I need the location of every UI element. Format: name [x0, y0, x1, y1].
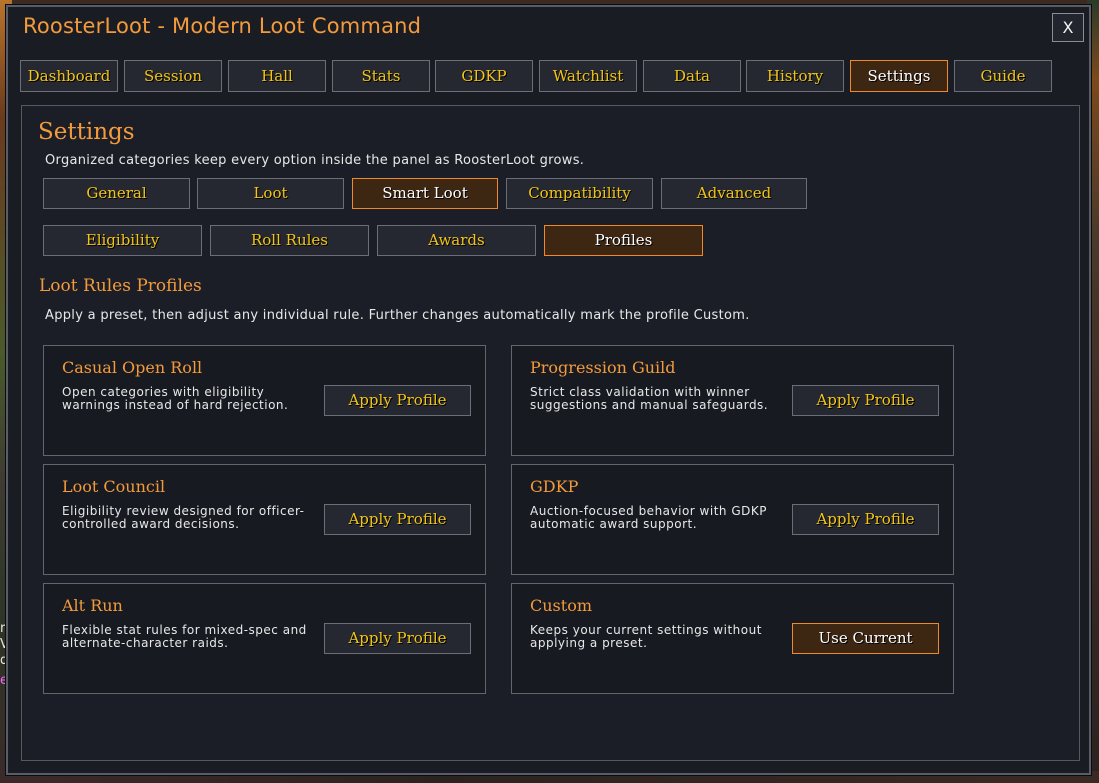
- profile-description-line: applying a preset.: [530, 636, 648, 650]
- apply-profile-button[interactable]: Apply Profile: [324, 385, 471, 416]
- profile-description: Flexible stat rules for mixed-spec and a…: [62, 624, 320, 650]
- settings-description: Organized categories keep every option i…: [45, 153, 585, 168]
- category-smart-loot[interactable]: Smart Loot: [352, 178, 498, 209]
- profile-title: Custom: [530, 596, 592, 615]
- tab-gdkp[interactable]: GDKP: [435, 60, 533, 92]
- tab-guide[interactable]: Guide: [954, 60, 1052, 92]
- window-title: RoosterLoot - Modern Loot Command: [23, 14, 422, 38]
- profile-description-line: controlled award decisions.: [62, 517, 240, 531]
- profile-description: Eligibility review designed for officer-…: [62, 505, 320, 531]
- profile-description: Keeps your current settings without appl…: [530, 624, 788, 650]
- use-current-button[interactable]: Use Current: [792, 623, 939, 654]
- profile-description-line: warnings instead of hard rejection.: [62, 398, 289, 412]
- apply-profile-button[interactable]: Apply Profile: [792, 385, 939, 416]
- subtab-profiles[interactable]: Profiles: [544, 225, 703, 256]
- category-loot[interactable]: Loot: [197, 178, 344, 209]
- tab-data[interactable]: Data: [643, 60, 741, 92]
- subtab-roll-rules[interactable]: Roll Rules: [210, 225, 369, 256]
- profile-title: Alt Run: [62, 596, 123, 615]
- tab-stats[interactable]: Stats: [332, 60, 430, 92]
- subtab-eligibility[interactable]: Eligibility: [43, 225, 202, 256]
- tab-history[interactable]: History: [746, 60, 844, 92]
- category-general[interactable]: General: [43, 178, 190, 209]
- settings-title: Settings: [38, 119, 135, 145]
- profile-card-custom: Custom Keeps your current settings witho…: [511, 583, 954, 694]
- profile-card-loot-council: Loot Council Eligibility review designed…: [43, 464, 486, 575]
- profile-card-alt-run: Alt Run Flexible stat rules for mixed-sp…: [43, 583, 486, 694]
- category-compatibility[interactable]: Compatibility: [506, 178, 653, 209]
- profile-description: Strict class validation with winner sugg…: [530, 386, 788, 412]
- apply-profile-button[interactable]: Apply Profile: [324, 504, 471, 535]
- backdrop-text-fragment: r: [0, 621, 6, 636]
- tab-hall[interactable]: Hall: [228, 60, 326, 92]
- apply-profile-button[interactable]: Apply Profile: [792, 504, 939, 535]
- tab-watchlist[interactable]: Watchlist: [539, 60, 637, 92]
- close-button[interactable]: X: [1052, 13, 1084, 42]
- profile-title: Loot Council: [62, 477, 166, 496]
- profile-title: GDKP: [530, 477, 579, 496]
- profile-description-line: alternate-character raids.: [62, 636, 229, 650]
- tab-dashboard[interactable]: Dashboard: [20, 60, 118, 92]
- tab-settings[interactable]: Settings: [850, 60, 948, 92]
- tab-session[interactable]: Session: [124, 60, 222, 92]
- profile-card-progression-guild: Progression Guild Strict class validatio…: [511, 345, 954, 456]
- apply-profile-button[interactable]: Apply Profile: [324, 623, 471, 654]
- subtab-awards[interactable]: Awards: [377, 225, 536, 256]
- profile-description-line: automatic award support.: [530, 517, 698, 531]
- profile-description: Open categories with eligibility warning…: [62, 386, 320, 412]
- profile-title: Casual Open Roll: [62, 358, 203, 377]
- profile-card-casual-open-roll: Casual Open Roll Open categories with el…: [43, 345, 486, 456]
- category-advanced[interactable]: Advanced: [661, 178, 807, 209]
- profile-card-gdkp: GDKP Auction-focused behavior with GDKP …: [511, 464, 954, 575]
- profile-description: Auction-focused behavior with GDKP autom…: [530, 505, 788, 531]
- profiles-title: Loot Rules Profiles: [39, 276, 202, 296]
- profile-title: Progression Guild: [530, 358, 676, 377]
- profile-description-line: suggestions and manual safeguards.: [530, 398, 769, 412]
- profiles-description: Apply a preset, then adjust any individu…: [45, 308, 750, 323]
